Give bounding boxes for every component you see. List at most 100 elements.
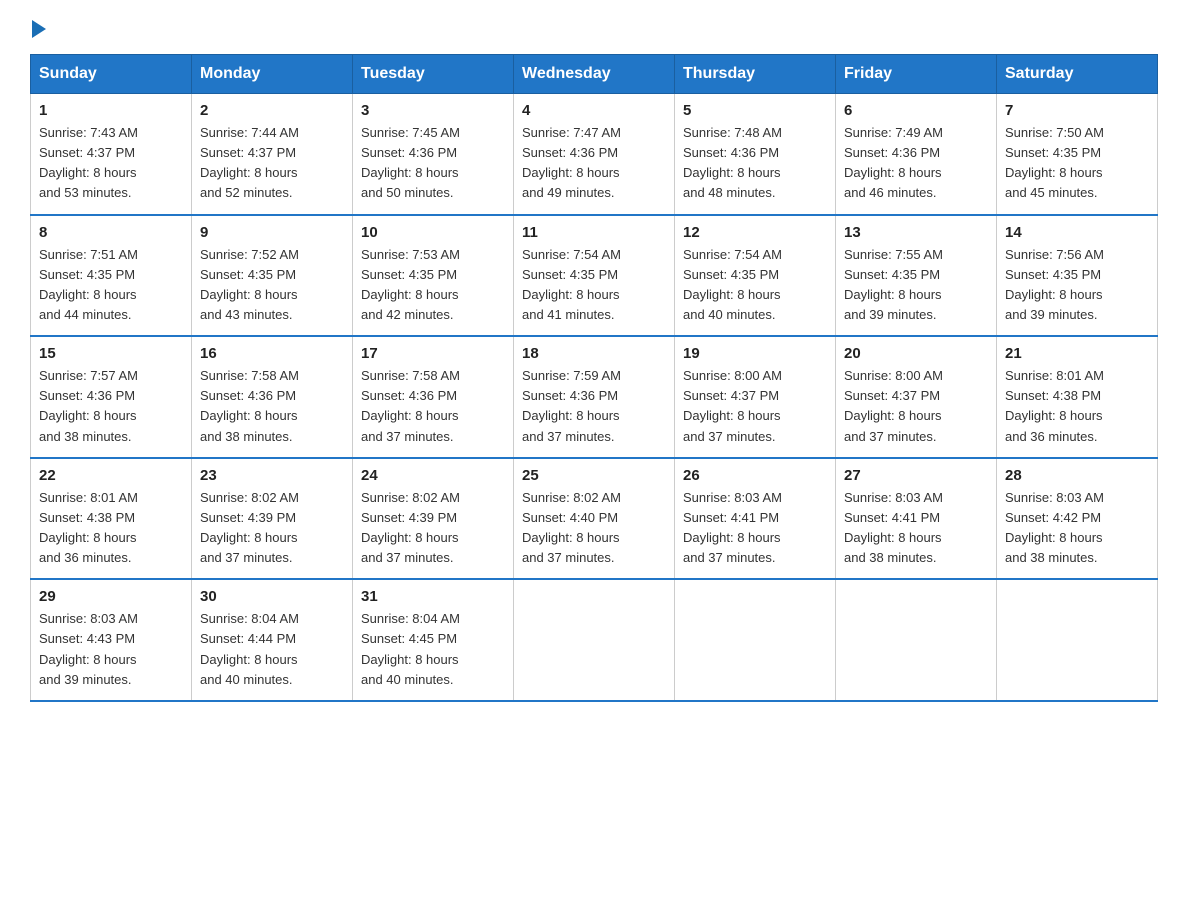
calendar-cell xyxy=(836,579,997,701)
day-number: 16 xyxy=(200,345,344,362)
day-number: 9 xyxy=(200,224,344,241)
calendar-cell: 6 Sunrise: 7:49 AM Sunset: 4:36 PM Dayli… xyxy=(836,94,997,215)
calendar-week-3: 15 Sunrise: 7:57 AM Sunset: 4:36 PM Dayl… xyxy=(31,336,1158,458)
day-info: Sunrise: 8:01 AM Sunset: 4:38 PM Dayligh… xyxy=(1005,366,1149,447)
calendar-cell: 20 Sunrise: 8:00 AM Sunset: 4:37 PM Dayl… xyxy=(836,336,997,458)
calendar-week-2: 8 Sunrise: 7:51 AM Sunset: 4:35 PM Dayli… xyxy=(31,215,1158,337)
calendar-cell: 31 Sunrise: 8:04 AM Sunset: 4:45 PM Dayl… xyxy=(353,579,514,701)
calendar-header: SundayMondayTuesdayWednesdayThursdayFrid… xyxy=(31,55,1158,94)
calendar-cell: 25 Sunrise: 8:02 AM Sunset: 4:40 PM Dayl… xyxy=(514,458,675,580)
day-info: Sunrise: 7:52 AM Sunset: 4:35 PM Dayligh… xyxy=(200,245,344,326)
day-info: Sunrise: 7:45 AM Sunset: 4:36 PM Dayligh… xyxy=(361,123,505,204)
day-info: Sunrise: 7:53 AM Sunset: 4:35 PM Dayligh… xyxy=(361,245,505,326)
calendar-cell: 5 Sunrise: 7:48 AM Sunset: 4:36 PM Dayli… xyxy=(675,94,836,215)
day-info: Sunrise: 7:47 AM Sunset: 4:36 PM Dayligh… xyxy=(522,123,666,204)
calendar-body: 1 Sunrise: 7:43 AM Sunset: 4:37 PM Dayli… xyxy=(31,94,1158,701)
calendar-cell: 18 Sunrise: 7:59 AM Sunset: 4:36 PM Dayl… xyxy=(514,336,675,458)
day-info: Sunrise: 7:56 AM Sunset: 4:35 PM Dayligh… xyxy=(1005,245,1149,326)
day-number: 7 xyxy=(1005,102,1149,119)
day-info: Sunrise: 7:50 AM Sunset: 4:35 PM Dayligh… xyxy=(1005,123,1149,204)
day-number: 23 xyxy=(200,467,344,484)
day-info: Sunrise: 7:54 AM Sunset: 4:35 PM Dayligh… xyxy=(522,245,666,326)
day-number: 22 xyxy=(39,467,183,484)
calendar-cell: 27 Sunrise: 8:03 AM Sunset: 4:41 PM Dayl… xyxy=(836,458,997,580)
day-info: Sunrise: 8:03 AM Sunset: 4:43 PM Dayligh… xyxy=(39,609,183,690)
day-info: Sunrise: 8:03 AM Sunset: 4:41 PM Dayligh… xyxy=(844,488,988,569)
day-info: Sunrise: 7:58 AM Sunset: 4:36 PM Dayligh… xyxy=(361,366,505,447)
day-number: 18 xyxy=(522,345,666,362)
calendar-week-5: 29 Sunrise: 8:03 AM Sunset: 4:43 PM Dayl… xyxy=(31,579,1158,701)
day-info: Sunrise: 7:44 AM Sunset: 4:37 PM Dayligh… xyxy=(200,123,344,204)
calendar-cell: 7 Sunrise: 7:50 AM Sunset: 4:35 PM Dayli… xyxy=(997,94,1158,215)
calendar-cell: 28 Sunrise: 8:03 AM Sunset: 4:42 PM Dayl… xyxy=(997,458,1158,580)
calendar-cell: 14 Sunrise: 7:56 AM Sunset: 4:35 PM Dayl… xyxy=(997,215,1158,337)
day-info: Sunrise: 8:02 AM Sunset: 4:39 PM Dayligh… xyxy=(361,488,505,569)
day-info: Sunrise: 8:00 AM Sunset: 4:37 PM Dayligh… xyxy=(683,366,827,447)
calendar-cell: 11 Sunrise: 7:54 AM Sunset: 4:35 PM Dayl… xyxy=(514,215,675,337)
calendar-cell: 23 Sunrise: 8:02 AM Sunset: 4:39 PM Dayl… xyxy=(192,458,353,580)
day-number: 13 xyxy=(844,224,988,241)
header-day-friday: Friday xyxy=(836,55,997,94)
header-day-monday: Monday xyxy=(192,55,353,94)
header-day-saturday: Saturday xyxy=(997,55,1158,94)
calendar-week-4: 22 Sunrise: 8:01 AM Sunset: 4:38 PM Dayl… xyxy=(31,458,1158,580)
day-info: Sunrise: 8:00 AM Sunset: 4:37 PM Dayligh… xyxy=(844,366,988,447)
day-number: 27 xyxy=(844,467,988,484)
calendar-cell: 16 Sunrise: 7:58 AM Sunset: 4:36 PM Dayl… xyxy=(192,336,353,458)
day-info: Sunrise: 7:51 AM Sunset: 4:35 PM Dayligh… xyxy=(39,245,183,326)
day-number: 10 xyxy=(361,224,505,241)
day-number: 15 xyxy=(39,345,183,362)
calendar-cell: 8 Sunrise: 7:51 AM Sunset: 4:35 PM Dayli… xyxy=(31,215,192,337)
day-number: 17 xyxy=(361,345,505,362)
day-number: 20 xyxy=(844,345,988,362)
page-header xyxy=(30,20,1158,34)
calendar-cell: 1 Sunrise: 7:43 AM Sunset: 4:37 PM Dayli… xyxy=(31,94,192,215)
day-number: 4 xyxy=(522,102,666,119)
header-day-tuesday: Tuesday xyxy=(353,55,514,94)
day-info: Sunrise: 8:02 AM Sunset: 4:39 PM Dayligh… xyxy=(200,488,344,569)
day-info: Sunrise: 8:03 AM Sunset: 4:42 PM Dayligh… xyxy=(1005,488,1149,569)
day-info: Sunrise: 7:55 AM Sunset: 4:35 PM Dayligh… xyxy=(844,245,988,326)
logo-text xyxy=(30,20,48,38)
day-number: 5 xyxy=(683,102,827,119)
calendar-table: SundayMondayTuesdayWednesdayThursdayFrid… xyxy=(30,54,1158,702)
calendar-cell: 29 Sunrise: 8:03 AM Sunset: 4:43 PM Dayl… xyxy=(31,579,192,701)
day-info: Sunrise: 8:04 AM Sunset: 4:44 PM Dayligh… xyxy=(200,609,344,690)
day-number: 29 xyxy=(39,588,183,605)
day-number: 30 xyxy=(200,588,344,605)
day-number: 26 xyxy=(683,467,827,484)
calendar-cell: 15 Sunrise: 7:57 AM Sunset: 4:36 PM Dayl… xyxy=(31,336,192,458)
day-info: Sunrise: 7:43 AM Sunset: 4:37 PM Dayligh… xyxy=(39,123,183,204)
calendar-cell: 10 Sunrise: 7:53 AM Sunset: 4:35 PM Dayl… xyxy=(353,215,514,337)
calendar-cell: 13 Sunrise: 7:55 AM Sunset: 4:35 PM Dayl… xyxy=(836,215,997,337)
header-row: SundayMondayTuesdayWednesdayThursdayFrid… xyxy=(31,55,1158,94)
day-number: 1 xyxy=(39,102,183,119)
day-info: Sunrise: 8:03 AM Sunset: 4:41 PM Dayligh… xyxy=(683,488,827,569)
calendar-cell: 30 Sunrise: 8:04 AM Sunset: 4:44 PM Dayl… xyxy=(192,579,353,701)
day-info: Sunrise: 7:49 AM Sunset: 4:36 PM Dayligh… xyxy=(844,123,988,204)
calendar-cell: 26 Sunrise: 8:03 AM Sunset: 4:41 PM Dayl… xyxy=(675,458,836,580)
header-day-thursday: Thursday xyxy=(675,55,836,94)
day-info: Sunrise: 7:48 AM Sunset: 4:36 PM Dayligh… xyxy=(683,123,827,204)
logo xyxy=(30,20,48,34)
calendar-cell xyxy=(997,579,1158,701)
header-day-sunday: Sunday xyxy=(31,55,192,94)
day-info: Sunrise: 7:59 AM Sunset: 4:36 PM Dayligh… xyxy=(522,366,666,447)
day-number: 3 xyxy=(361,102,505,119)
calendar-cell: 4 Sunrise: 7:47 AM Sunset: 4:36 PM Dayli… xyxy=(514,94,675,215)
calendar-cell: 24 Sunrise: 8:02 AM Sunset: 4:39 PM Dayl… xyxy=(353,458,514,580)
day-info: Sunrise: 7:54 AM Sunset: 4:35 PM Dayligh… xyxy=(683,245,827,326)
day-number: 11 xyxy=(522,224,666,241)
calendar-cell: 17 Sunrise: 7:58 AM Sunset: 4:36 PM Dayl… xyxy=(353,336,514,458)
day-info: Sunrise: 7:58 AM Sunset: 4:36 PM Dayligh… xyxy=(200,366,344,447)
calendar-cell: 9 Sunrise: 7:52 AM Sunset: 4:35 PM Dayli… xyxy=(192,215,353,337)
logo-triangle-icon xyxy=(32,20,46,38)
day-number: 19 xyxy=(683,345,827,362)
day-number: 24 xyxy=(361,467,505,484)
calendar-week-1: 1 Sunrise: 7:43 AM Sunset: 4:37 PM Dayli… xyxy=(31,94,1158,215)
day-number: 12 xyxy=(683,224,827,241)
calendar-cell xyxy=(675,579,836,701)
day-number: 28 xyxy=(1005,467,1149,484)
calendar-cell: 3 Sunrise: 7:45 AM Sunset: 4:36 PM Dayli… xyxy=(353,94,514,215)
calendar-cell: 21 Sunrise: 8:01 AM Sunset: 4:38 PM Dayl… xyxy=(997,336,1158,458)
